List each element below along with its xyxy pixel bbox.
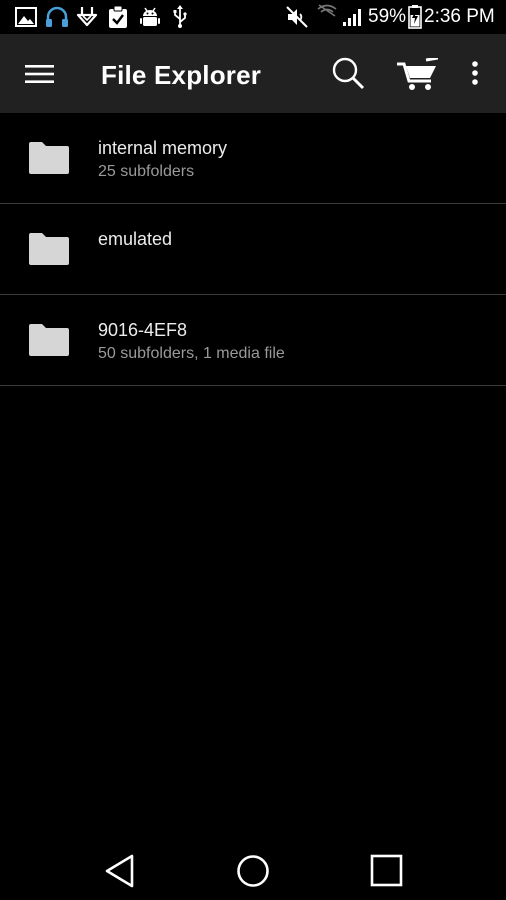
folder-detail: 50 subfolders, 1 media file (98, 345, 285, 362)
status-bar: 59% 2:36 PM (0, 0, 506, 34)
gallery-icon (15, 7, 37, 27)
recents-icon[interactable] (370, 854, 404, 888)
clipboard-check-icon (109, 5, 127, 28)
search-icon[interactable] (331, 56, 365, 90)
folder-name: 9016-4EF8 (98, 320, 188, 340)
mute-icon (286, 6, 308, 28)
folder-name: emulated (98, 229, 173, 249)
home-icon[interactable] (236, 854, 270, 888)
navigation-bar (0, 838, 506, 900)
android-debug-icon (140, 7, 160, 26)
headset-icon (46, 6, 68, 27)
list-item[interactable]: internal memory 25 subfolders (0, 113, 506, 204)
app-bar: File Explorer (0, 34, 506, 113)
battery-icon (408, 5, 422, 29)
menu-icon[interactable] (25, 65, 54, 83)
battery-percent: 59% (368, 6, 407, 27)
folder-list: internal memory 25 subfolders emulated 9… (0, 113, 506, 386)
back-icon[interactable] (105, 854, 135, 888)
list-item[interactable]: emulated (0, 204, 506, 295)
folder-icon (29, 142, 69, 174)
cart-icon[interactable] (396, 58, 438, 92)
no-wifi-icon (317, 4, 337, 17)
usb-icon (173, 5, 187, 28)
folder-detail: 25 subfolders (98, 163, 195, 180)
signal-icon (343, 9, 361, 26)
overflow-menu-icon[interactable] (470, 60, 480, 88)
download-icon (76, 7, 98, 27)
clock: 2:36 PM (424, 6, 495, 27)
page-title: File Explorer (101, 60, 262, 90)
list-item[interactable]: 9016-4EF8 50 subfolders, 1 media file (0, 295, 506, 386)
folder-name: internal memory (98, 138, 228, 158)
folder-icon (29, 233, 69, 265)
folder-icon (29, 324, 69, 356)
